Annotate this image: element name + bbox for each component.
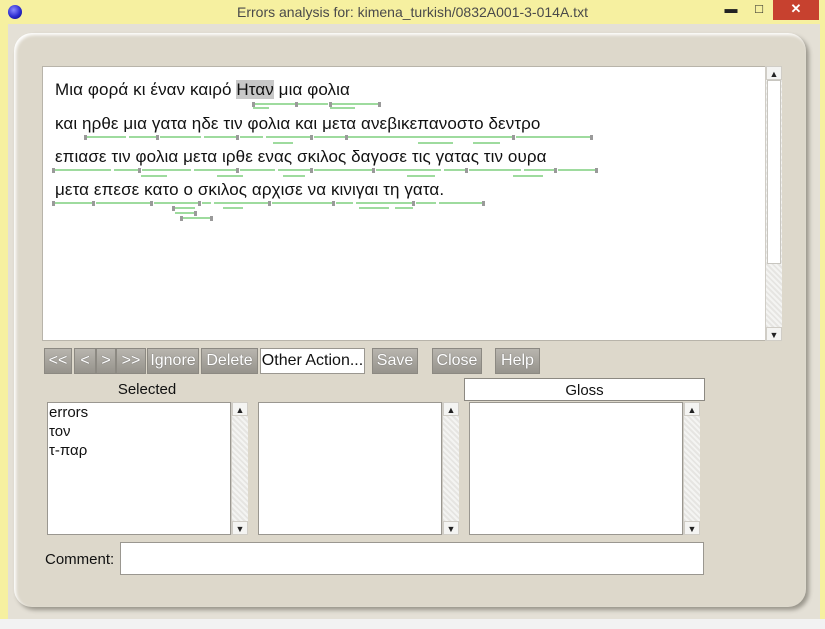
gloss-header: Gloss — [464, 378, 705, 401]
close-window-button[interactable]: ✕ — [773, 0, 819, 20]
selected-list[interactable]: errors τον τ-παρ — [47, 402, 231, 535]
scroll-down-arrow-icon[interactable]: ▼ — [443, 521, 459, 535]
middle-list[interactable] — [258, 402, 442, 535]
gloss-list[interactable] — [469, 402, 683, 535]
maximize-button[interactable]: □ — [745, 0, 773, 20]
minimize-button[interactable]: ▬ — [717, 0, 745, 20]
selected-header: Selected — [117, 381, 177, 398]
help-button[interactable]: Help — [495, 348, 540, 374]
list-item[interactable]: τ-παρ — [48, 441, 230, 460]
text-line-2: και ηρθε μια γατα ηδε τιν φολια και μετα… — [55, 114, 541, 133]
delete-button[interactable]: Delete — [201, 348, 258, 374]
selected-error-word[interactable]: Ηταν — [236, 80, 274, 99]
scroll-down-arrow-icon[interactable]: ▼ — [766, 327, 782, 341]
scroll-down-arrow-icon[interactable]: ▼ — [232, 521, 248, 535]
scroll-up-arrow-icon[interactable]: ▲ — [684, 402, 700, 416]
close-button[interactable]: Close — [432, 348, 482, 374]
scroll-down-arrow-icon[interactable]: ▼ — [684, 521, 700, 535]
scroll-up-arrow-icon[interactable]: ▲ — [766, 66, 782, 80]
prev-button[interactable]: < — [74, 348, 96, 374]
scroll-up-arrow-icon[interactable]: ▲ — [443, 402, 459, 416]
ignore-button[interactable]: Ignore — [147, 348, 199, 374]
gloss-list-scrollbar[interactable]: ▲ ▼ — [683, 402, 700, 535]
comment-field[interactable] — [120, 542, 704, 575]
analysis-text-area[interactable]: Μια φορά κι έναν καιρό Ηταν μια φολια κα… — [42, 66, 766, 341]
error-markings — [52, 102, 598, 221]
scroll-thumb[interactable] — [767, 80, 781, 264]
first-button[interactable]: << — [44, 348, 72, 374]
window-title: Errors analysis for: kimena_turkish/0832… — [237, 4, 588, 20]
last-button[interactable]: >> — [116, 348, 146, 374]
comment-label: Comment: — [45, 551, 115, 568]
list-item[interactable]: errors — [48, 403, 230, 422]
middle-list-scrollbar[interactable]: ▲ ▼ — [442, 402, 459, 535]
selected-list-scrollbar[interactable]: ▲ ▼ — [231, 402, 248, 535]
scroll-up-arrow-icon[interactable]: ▲ — [232, 402, 248, 416]
save-button[interactable]: Save — [372, 348, 418, 374]
text-line-1: Μια φορά κι έναν καιρό Ηταν μια φολια — [55, 80, 350, 99]
text-line-3: επιασε τιν φολια μετα ιρθε ενας σκιλος δ… — [55, 147, 547, 166]
next-button[interactable]: > — [96, 348, 116, 374]
text-line-4: μετα επεσε κατο ο σκιλος αρχισε να κινιγ… — [55, 180, 445, 199]
title-bar: Errors analysis for: kimena_turkish/0832… — [0, 0, 825, 24]
other-action-dropdown[interactable]: Other Action... — [260, 348, 365, 374]
list-item[interactable]: τον — [48, 422, 230, 441]
bottom-strip — [0, 619, 825, 629]
text-scrollbar[interactable]: ▲ ▼ — [765, 66, 782, 341]
